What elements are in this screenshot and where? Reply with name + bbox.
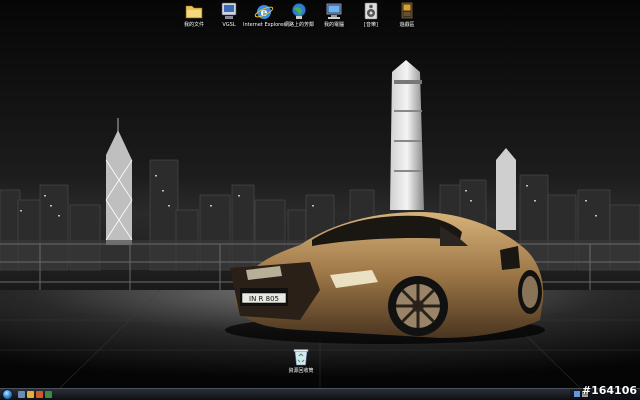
desktop-icon-label: 遊戲區	[399, 22, 415, 28]
desktop-icon-recycle-bin[interactable]: 資源回收筒	[282, 348, 320, 374]
desktop-icon-games[interactable]: 遊戲區	[386, 1, 428, 28]
network-icon	[292, 3, 306, 19]
desktop-icon-label: 我的電腦	[323, 22, 344, 28]
watermark: #164106	[581, 384, 637, 397]
taskbar	[0, 388, 640, 400]
quicklaunch-media-icon[interactable]	[36, 391, 43, 398]
quicklaunch-desktop-icon[interactable]	[18, 391, 25, 398]
wallpaper: IN R 805	[0, 0, 640, 388]
desktop-icon-my-computer[interactable]: 我的電腦	[313, 1, 355, 28]
music-icon	[364, 2, 378, 20]
recycle-bin-icon	[293, 349, 309, 366]
quicklaunch-folder-icon[interactable]	[27, 391, 34, 398]
windows-orb-icon	[3, 390, 12, 399]
start-button[interactable]	[2, 389, 13, 400]
computer-icon	[326, 3, 342, 19]
desktop[interactable]: IN R 805 我的文件 VGSL e Internet Explorer 網…	[0, 0, 640, 388]
quicklaunch-app-icon[interactable]	[45, 391, 52, 398]
spire-tower	[496, 148, 516, 230]
games-icon	[401, 2, 413, 19]
ifc-tower	[390, 60, 424, 210]
folder-icon	[185, 5, 203, 19]
program-icon	[221, 2, 237, 19]
desktop-icon-label: 資源回收筒	[288, 368, 314, 374]
license-plate-text: IN R 805	[249, 295, 279, 303]
ie-icon: e	[254, 5, 274, 19]
network-tray-icon[interactable]	[574, 391, 580, 397]
